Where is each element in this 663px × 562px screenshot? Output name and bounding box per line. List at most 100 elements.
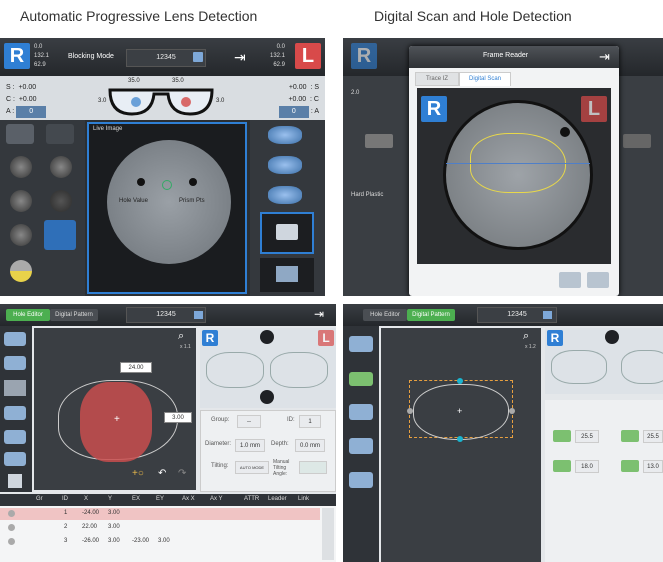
a-label: : A: [310, 108, 319, 115]
lens-type-4-icon[interactable]: [50, 190, 72, 212]
radio-icon[interactable]: [8, 510, 15, 517]
drill-tool-icon[interactable]: [4, 430, 26, 444]
camera-icon[interactable]: [46, 124, 74, 144]
width-dimension[interactable]: 24.00: [120, 362, 152, 373]
radio-icon[interactable]: [8, 524, 15, 531]
height-bottom-field[interactable]: 18.0: [575, 460, 599, 473]
lens-type-1-icon[interactable]: [10, 156, 32, 178]
tab-hole-editor[interactable]: Hole Editor: [363, 309, 407, 321]
hole-value-label: Hole Value: [119, 198, 148, 204]
left-lens-outline: [621, 350, 663, 384]
a-label: A :: [6, 108, 15, 115]
zoom-icon[interactable]: ⌕: [178, 330, 184, 343]
left-stats: 0.0 132.1 62.9: [270, 43, 285, 70]
pattern-tool-icon[interactable]: [349, 438, 373, 454]
tab-trace[interactable]: Trace IZ: [415, 72, 459, 86]
hole-tool-icon[interactable]: [4, 406, 26, 420]
hole-canvas: ⌕ x 1.1 24.00 + 3.00 +○ ↶ ↷: [34, 328, 196, 490]
group-field[interactable]: --: [237, 415, 261, 428]
diameter-field[interactable]: 1.0 mm: [235, 439, 265, 452]
id-field[interactable]: 1: [299, 415, 321, 428]
radio-icon[interactable]: [8, 538, 15, 545]
width-right-field[interactable]: 25.5: [643, 430, 663, 443]
folder-icon[interactable]: [194, 311, 203, 319]
lens-type-6-icon[interactable]: [10, 260, 32, 282]
handle-left[interactable]: [407, 408, 413, 414]
trash-icon[interactable]: [8, 474, 22, 488]
right-lens-button[interactable]: R: [202, 330, 218, 346]
depth-field[interactable]: 0.0 mm: [295, 439, 325, 452]
block-button[interactable]: [260, 212, 314, 254]
center-mark: +: [457, 406, 463, 416]
grid-tool-icon[interactable]: [4, 380, 26, 396]
lens-type-5-icon[interactable]: [10, 224, 32, 246]
folder-icon[interactable]: [543, 311, 552, 319]
axis-field[interactable]: 0: [278, 106, 309, 118]
swap-icon[interactable]: [260, 390, 274, 404]
right-lens-button[interactable]: R: [547, 330, 563, 346]
handle-right[interactable]: [509, 408, 515, 414]
right-lens-button[interactable]: R: [4, 43, 30, 69]
handle-top[interactable]: [457, 378, 463, 384]
exit-icon[interactable]: ⇥: [599, 49, 610, 65]
right-lens-button[interactable]: R: [351, 43, 377, 69]
edge-tool-icon[interactable]: [4, 356, 26, 370]
save-icon[interactable]: [587, 272, 609, 288]
bevel-tool-icon[interactable]: [349, 404, 373, 420]
redo-icon[interactable]: ↷: [178, 468, 186, 479]
stat-2: 132.1: [270, 53, 286, 59]
glasses-icon: [108, 88, 214, 116]
tab-digital-pattern[interactable]: Digital Pattern: [407, 309, 455, 321]
next-button[interactable]: [260, 258, 314, 292]
add-hole-icon[interactable]: +○: [132, 468, 144, 479]
lens-type-2-icon[interactable]: [50, 156, 72, 178]
axis-line: [446, 163, 590, 164]
hole-properties: Group: -- ID: 1 Diameter: 1.0 mm Depth: …: [200, 410, 336, 492]
lens-view-icon[interactable]: [268, 126, 302, 144]
table-row[interactable]: 1 -24.00 3.00: [0, 508, 320, 520]
left-lens-button[interactable]: L: [318, 330, 334, 346]
slot-tool-icon[interactable]: [4, 452, 26, 466]
target-icon[interactable]: [6, 124, 34, 144]
table-row[interactable]: 3 -26.00 3.00 -23.00 3.00: [0, 536, 320, 548]
lens-view-2-icon[interactable]: [268, 156, 302, 174]
diameter-label: Diameter:: [205, 441, 232, 447]
edge-tool-icon[interactable]: [349, 372, 373, 386]
bridge-icon[interactable]: [605, 330, 619, 344]
frame-tool-icon[interactable]: [4, 332, 26, 346]
s-label: S :: [6, 84, 15, 91]
left-lens-button[interactable]: L: [581, 96, 607, 122]
shape-icon[interactable]: [559, 272, 581, 288]
undo-icon[interactable]: ↶: [158, 468, 166, 479]
table-row[interactable]: 2 22.00 3.00: [0, 522, 320, 534]
tab-hole-editor[interactable]: Hole Editor: [6, 309, 50, 321]
height-dimension[interactable]: 3.00: [164, 412, 192, 423]
lens-view-3-icon[interactable]: [268, 186, 302, 204]
side-icon[interactable]: [365, 134, 393, 148]
bridge-icon[interactable]: [260, 330, 274, 344]
tab-digital-scan[interactable]: Digital Scan: [459, 72, 511, 86]
exit-icon[interactable]: ⇥: [314, 307, 324, 321]
cell-x: -24.00: [82, 510, 100, 516]
zoom-icon[interactable]: ⌕: [523, 330, 529, 343]
manual-tilting-field[interactable]: [299, 461, 327, 474]
cell-y: 3.00: [108, 510, 120, 516]
folder-icon[interactable]: [193, 52, 203, 62]
width-left-field[interactable]: 25.5: [575, 430, 599, 443]
exit-icon[interactable]: ⇥: [234, 49, 246, 66]
id-label: ID:: [287, 417, 295, 423]
right-lens-button[interactable]: R: [421, 96, 447, 122]
progressive-lens-button[interactable]: [44, 220, 76, 250]
tab-digital-pattern[interactable]: Digital Pattern: [50, 309, 98, 321]
handle-bottom[interactable]: [457, 436, 463, 442]
height-top-field[interactable]: 13.0: [643, 460, 663, 473]
side-icon-right[interactable]: [623, 134, 651, 148]
lens-type-3-icon[interactable]: [10, 190, 32, 212]
frame-tool-icon[interactable]: [349, 336, 373, 352]
table-scrollbar[interactable]: [322, 508, 334, 560]
tilting-field[interactable]: AUTO MODE: [235, 461, 269, 474]
left-lens-button[interactable]: L: [295, 43, 321, 69]
refresh-tool-icon[interactable]: [349, 472, 373, 488]
panel-frame-reader: R 2.0 Hard Plastic Frame Reader ⇥ Trace …: [343, 38, 663, 296]
axis-field[interactable]: 0: [16, 106, 47, 118]
